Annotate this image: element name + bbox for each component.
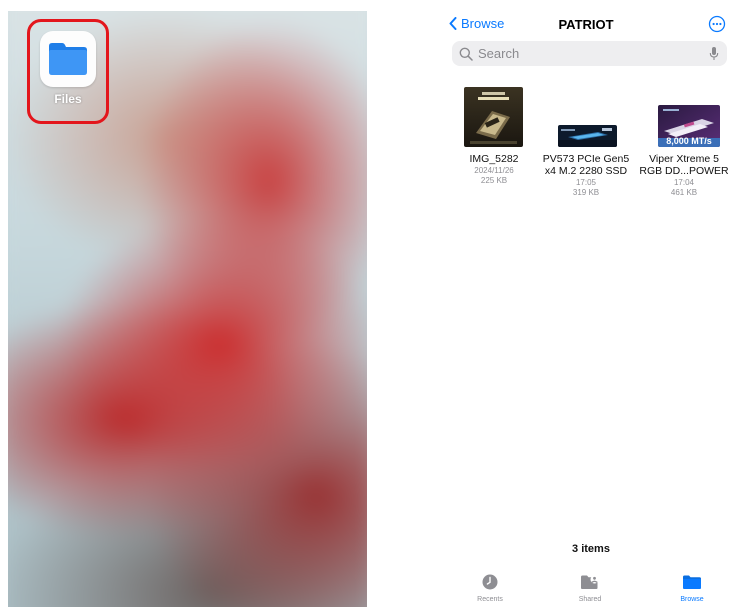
file-name: IMG_5282 bbox=[469, 153, 519, 165]
tab-browse[interactable]: Browse bbox=[657, 572, 727, 607]
file-date: 2024/11/26 bbox=[474, 166, 514, 175]
file-name: PV573 PCIe Gen5 bbox=[542, 153, 630, 165]
tab-shared[interactable]: Shared bbox=[555, 572, 625, 607]
file-name-line2: x4 M.2 2280 SSD bbox=[544, 165, 628, 177]
tab-recents[interactable]: Recents bbox=[455, 572, 525, 607]
home-screen: Files bbox=[8, 11, 367, 607]
file-size: 461 KB bbox=[670, 188, 698, 197]
file-size: 319 KB bbox=[572, 188, 600, 197]
navigation-bar: Browse PATRIOT bbox=[440, 14, 732, 36]
file-name: Viper Xtreme 5 bbox=[649, 153, 719, 165]
folder-icon bbox=[683, 575, 701, 589]
file-thumbnail bbox=[464, 87, 523, 147]
more-options-icon[interactable] bbox=[708, 15, 726, 33]
file-date: 17:05 bbox=[575, 178, 597, 187]
shared-folder-icon bbox=[581, 575, 599, 589]
file-thumbnail bbox=[558, 125, 617, 147]
microphone-icon[interactable] bbox=[709, 46, 719, 61]
files-browser: Browse PATRIOT Search IMG_5282 2024/11/2… bbox=[440, 0, 732, 607]
file-date: 17:04 bbox=[673, 178, 695, 187]
thumbnail-overlay-text: 8,000 MT/s bbox=[666, 136, 712, 146]
files-app-label: Files bbox=[54, 92, 82, 106]
file-thumbnail: 8,000 MT/s bbox=[658, 105, 720, 147]
page-title: PATRIOT bbox=[558, 17, 614, 32]
tab-label: Shared bbox=[578, 596, 602, 603]
search-input[interactable] bbox=[478, 46, 698, 61]
item-count: 3 items bbox=[572, 543, 610, 555]
tab-label: Browse bbox=[680, 596, 704, 603]
folder-icon bbox=[49, 43, 87, 75]
file-size: 225 KB bbox=[480, 176, 508, 185]
files-app-icon[interactable] bbox=[40, 31, 96, 87]
file-name-line2: RGB DD...POWER bbox=[639, 165, 729, 177]
search-icon bbox=[459, 47, 473, 61]
tab-label: Recents bbox=[477, 596, 503, 603]
search-bar[interactable] bbox=[452, 41, 727, 66]
clock-icon bbox=[482, 574, 498, 590]
files-app-highlight[interactable]: Files bbox=[27, 19, 109, 124]
file-grid: IMG_5282 2024/11/26 225 KB PV573 PCIe Ge… bbox=[440, 82, 732, 222]
tab-bar: Recents Shared Browse bbox=[440, 572, 732, 607]
